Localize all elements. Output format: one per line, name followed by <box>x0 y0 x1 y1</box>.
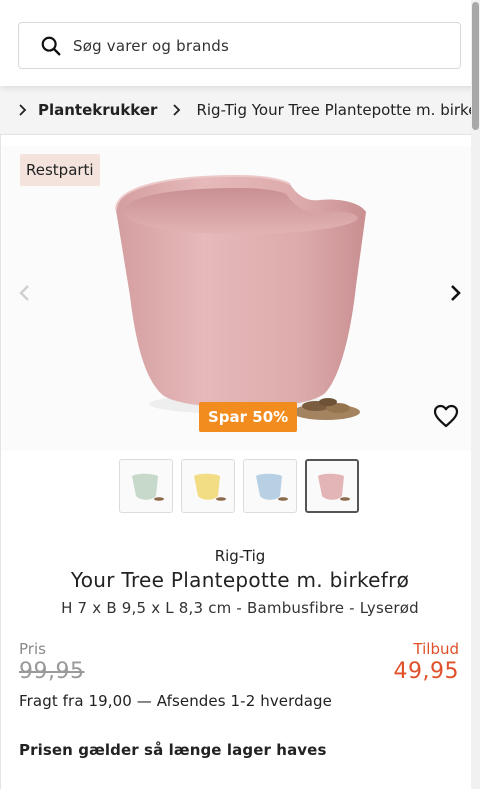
offer-label: Tilbud <box>413 640 459 658</box>
thumbnail-blue[interactable] <box>243 459 297 513</box>
thumbnail-strip <box>119 459 359 515</box>
thumbnail-image <box>132 473 164 501</box>
breadcrumb: Plantekrukker Rig-Tig Your Tree Plantepo… <box>0 86 471 134</box>
product-card: Restparti Spar 50% Rig-Tig Your Tree Pla… <box>0 134 478 789</box>
discount-badge: Spar 50% <box>199 402 298 432</box>
scrollbar[interactable] <box>471 0 480 789</box>
thumbnail-image <box>256 473 288 501</box>
previous-image-icon[interactable] <box>15 283 35 303</box>
product-brand[interactable]: Rig-Tig <box>1 547 479 565</box>
old-price: 99,95 <box>19 659 85 684</box>
shipping-info: Fragt fra 19,00 — Afsendes 1-2 hverdage <box>19 692 332 710</box>
search-field[interactable]: Søg varer og brands <box>18 22 461 69</box>
product-image[interactable] <box>110 166 372 428</box>
clearance-badge: Restparti <box>20 154 100 186</box>
product-gallery[interactable]: Restparti Spar 50% <box>2 146 478 451</box>
price-label: Pris <box>19 640 46 658</box>
breadcrumb-item-category[interactable]: Plantekrukker <box>38 101 157 119</box>
chevron-right-icon <box>173 104 181 116</box>
offer-price: 49,95 <box>393 659 459 684</box>
thumbnail-pink[interactable] <box>305 459 359 513</box>
heart-icon[interactable] <box>433 404 459 428</box>
stock-note: Prisen gælder så længe lager haves <box>19 741 327 759</box>
thumbnail-green[interactable] <box>119 459 173 513</box>
search-placeholder[interactable]: Søg varer og brands <box>73 37 229 55</box>
breadcrumb-item-product[interactable]: Rig-Tig Your Tree Plantepotte m. birkefr… <box>196 101 471 119</box>
thumbnail-image <box>194 473 226 501</box>
chevron-right-icon <box>19 104 27 116</box>
product-title: Your Tree Plantepotte m. birkefrø <box>70 568 410 592</box>
header: Søg varer og brands <box>0 0 480 86</box>
scrollbar-thumb[interactable] <box>472 2 479 130</box>
thumbnail-yellow[interactable] <box>181 459 235 513</box>
product-specs: H 7 x B 9,5 x L 8,3 cm - Bambusfibre - L… <box>61 599 419 617</box>
next-image-icon[interactable] <box>445 283 465 303</box>
thumbnail-image <box>318 473 350 501</box>
search-icon <box>41 36 61 55</box>
